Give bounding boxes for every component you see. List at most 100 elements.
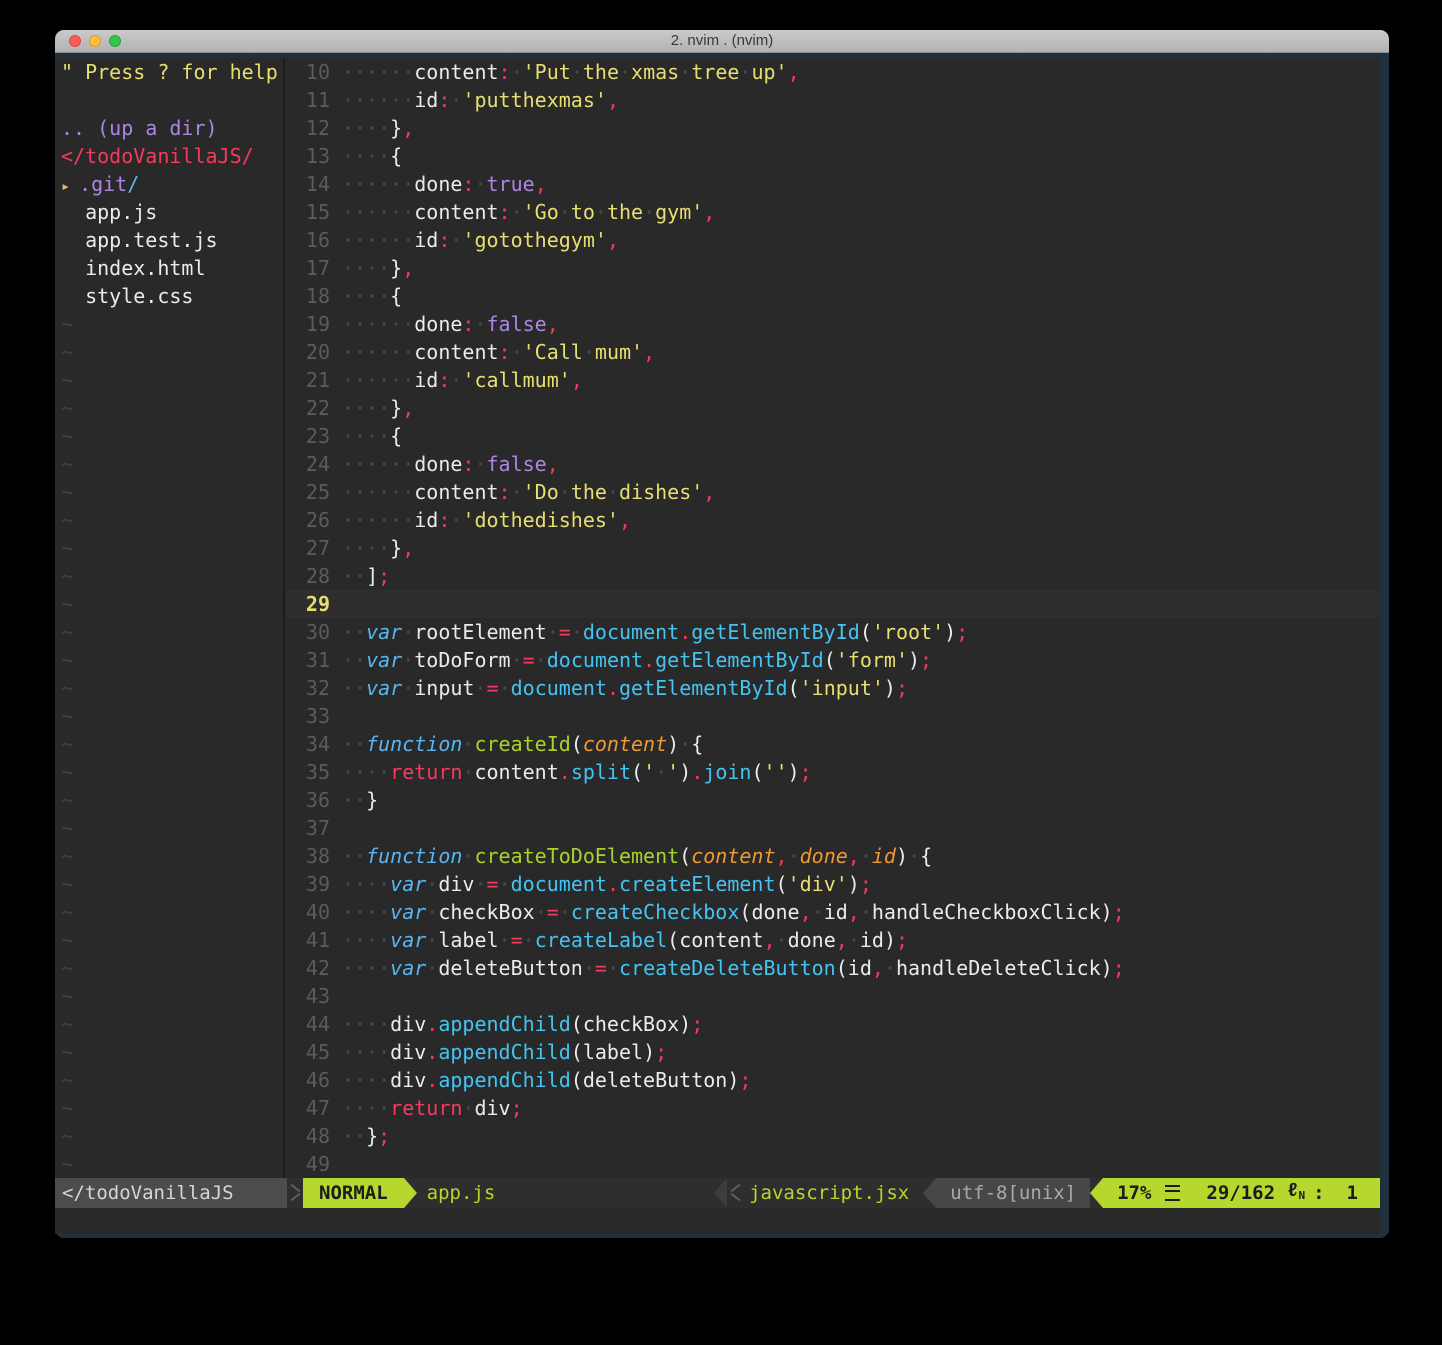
sidebar-row[interactable]: app.test.js: [61, 226, 283, 254]
editor-line[interactable]: 35····return·content.split('·').join('')…: [285, 758, 1380, 786]
editor-line[interactable]: 27····},: [285, 534, 1380, 562]
editor-line[interactable]: 24······done:·false,: [285, 450, 1380, 478]
editor-line[interactable]: 15······content:·'Go·to·the·gym',: [285, 198, 1380, 226]
editor-line[interactable]: 49: [285, 1150, 1380, 1178]
line-number: 41: [285, 926, 342, 954]
editor-line[interactable]: 37: [285, 814, 1380, 842]
token: id: [848, 956, 872, 980]
editor-line[interactable]: 22····},: [285, 394, 1380, 422]
token: ,: [836, 928, 848, 952]
editor-line[interactable]: 36··}: [285, 786, 1380, 814]
editor-line[interactable]: 43: [285, 982, 1380, 1010]
editor-line[interactable]: 13····{: [285, 142, 1380, 170]
sidebar-row[interactable]: " Press ? for help: [61, 58, 283, 86]
zoom-button[interactable]: [109, 35, 121, 47]
editor-line[interactable]: 10······content:·'Put·the·xmas·tree·up',: [285, 58, 1380, 86]
token: document: [511, 676, 607, 700]
editor-line[interactable]: 11······id:·'putthexmas',: [285, 86, 1380, 114]
editor-line[interactable]: 32··var·input·=·document.getElementById(…: [285, 674, 1380, 702]
editor-line[interactable]: 34··function·createId(content)·{: [285, 730, 1380, 758]
editor-line[interactable]: 19······done:·false,: [285, 310, 1380, 338]
sidebar-row[interactable]: [61, 86, 283, 114]
command-line[interactable]: [55, 1208, 1380, 1234]
line-number: 30: [285, 618, 342, 646]
editor-line[interactable]: 40····var·checkBox·=·createCheckbox(done…: [285, 898, 1380, 926]
tilde-marker: ~: [61, 340, 73, 364]
line-number: 47: [285, 1094, 342, 1122]
scroll-percent: 17%: [1117, 1178, 1151, 1208]
token: deleteButton: [583, 1068, 728, 1092]
editor-line[interactable]: 47····return·div;: [285, 1094, 1380, 1122]
powerline-arrow-icon: [923, 1178, 936, 1208]
token: ): [944, 620, 956, 644]
empty-line-tilde: ~: [61, 1122, 283, 1150]
line-number: 34: [285, 730, 342, 758]
empty-line-tilde: ~: [61, 702, 283, 730]
token: id: [414, 228, 438, 252]
titlebar[interactable]: 2. nvim . (nvim): [55, 30, 1389, 53]
token: content: [414, 480, 498, 504]
editor-line[interactable]: 30··var·rootElement·=·document.getElemen…: [285, 618, 1380, 646]
token: ): [643, 1040, 655, 1064]
token: done: [788, 928, 836, 952]
editor-line[interactable]: 45····div.appendChild(label);: [285, 1038, 1380, 1066]
token: id: [414, 508, 438, 532]
token: (: [679, 844, 691, 868]
token: {: [390, 284, 402, 308]
editor-line[interactable]: 25······content:·'Do·the·dishes',: [285, 478, 1380, 506]
nerdtree-sidebar[interactable]: " Press ? for help .. (up a dir)</todoVan…: [55, 58, 285, 1178]
whitespace-dots: ··: [342, 1124, 366, 1148]
sidebar-row[interactable]: style.css: [61, 282, 283, 310]
editor-line[interactable]: 18····{: [285, 282, 1380, 310]
whitespace-dots: ·: [655, 760, 667, 784]
code-text: ··}: [342, 786, 378, 814]
editor-line[interactable]: 23····{: [285, 422, 1380, 450]
sidebar-row[interactable]: app.js: [61, 198, 283, 226]
editor-line[interactable]: 31··var·toDoForm·=·document.getElementBy…: [285, 646, 1380, 674]
editor-line[interactable]: 12····},: [285, 114, 1380, 142]
token: '': [764, 760, 788, 784]
editor-line[interactable]: 39····var·div·=·document.createElement('…: [285, 870, 1380, 898]
code-text: ··function·createId(content)·{: [342, 730, 703, 758]
sidebar-row[interactable]: .. (up a dir): [61, 114, 283, 142]
whitespace-dots: ····: [342, 1096, 390, 1120]
editor-line[interactable]: 28··];: [285, 562, 1380, 590]
close-button[interactable]: [69, 35, 81, 47]
minimize-button[interactable]: [89, 35, 101, 47]
editor-line[interactable]: 21······id:·'callmum',: [285, 366, 1380, 394]
whitespace-dots: ······: [342, 480, 414, 504]
token: div: [390, 1012, 426, 1036]
editor-line[interactable]: 26······id:·'dothedishes',: [285, 506, 1380, 534]
whitespace-dots: ·: [571, 60, 583, 84]
editor-buffer[interactable]: 10······content:·'Put·the·xmas·tree·up',…: [285, 58, 1380, 1178]
editor-line[interactable]: 42····var·deleteButton·=·createDeleteBut…: [285, 954, 1380, 982]
editor-line[interactable]: 33: [285, 702, 1380, 730]
sidebar-row[interactable]: ▸ .git/: [61, 170, 283, 198]
token: :: [438, 228, 450, 252]
empty-line-tilde: ~: [61, 1066, 283, 1094]
token: ): [679, 1012, 691, 1036]
sidebar-row[interactable]: </todoVanillaJS/: [61, 142, 283, 170]
editor-line[interactable]: 44····div.appendChild(checkBox);: [285, 1010, 1380, 1038]
token: ': [643, 760, 655, 784]
token: ): [896, 844, 908, 868]
editor-line[interactable]: 29: [285, 590, 1380, 618]
editor-line[interactable]: 38··function·createToDoElement(content,·…: [285, 842, 1380, 870]
editor-line[interactable]: 14······done:·true,: [285, 170, 1380, 198]
sidebar-row[interactable]: index.html: [61, 254, 283, 282]
token: 'Do: [523, 480, 559, 504]
editor-line[interactable]: 41····var·label·=·createLabel(content,·d…: [285, 926, 1380, 954]
editor-line[interactable]: 16······id:·'gotothegym',: [285, 226, 1380, 254]
editor-line[interactable]: 17····},: [285, 254, 1380, 282]
editor-line[interactable]: 48··};: [285, 1122, 1380, 1150]
whitespace-dots: ·: [462, 844, 474, 868]
token: return: [390, 1096, 462, 1120]
whitespace-dots: ·: [535, 900, 547, 924]
whitespace-dots: ·: [462, 732, 474, 756]
code-text: ······id:·'gotothegym',: [342, 226, 619, 254]
whitespace-dots: ·: [571, 620, 583, 644]
token: ,: [607, 88, 619, 112]
editor-line[interactable]: 20······content:·'Call·mum',: [285, 338, 1380, 366]
whitespace-dots: ·: [860, 844, 872, 868]
editor-line[interactable]: 46····div.appendChild(deleteButton);: [285, 1066, 1380, 1094]
